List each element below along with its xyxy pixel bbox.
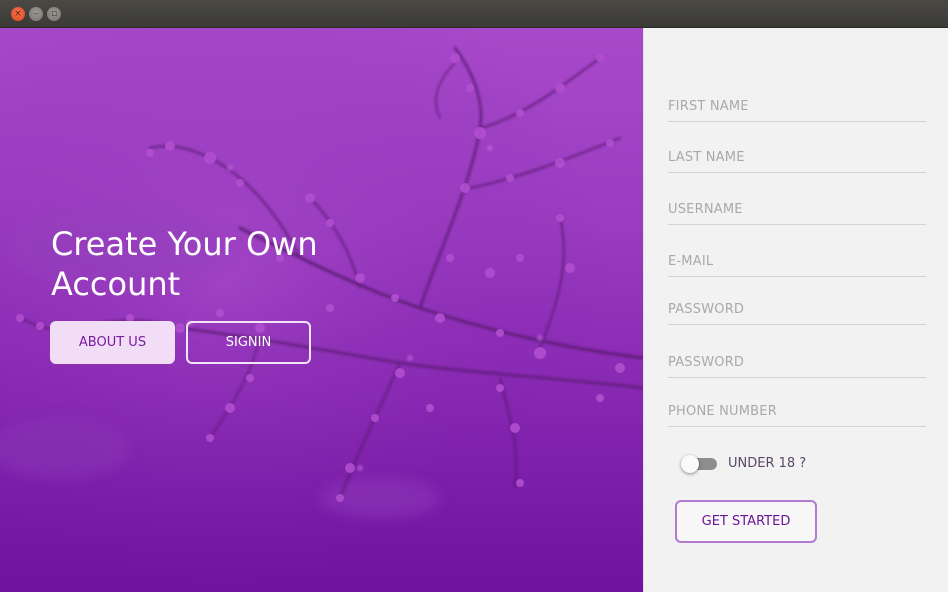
confirm-password-input[interactable]	[668, 348, 926, 377]
close-icon[interactable]: ×	[11, 7, 25, 21]
confirm-password-field[interactable]	[668, 348, 926, 378]
phone-number-field[interactable]	[668, 397, 926, 427]
under-18-label: UNDER 18 ?	[728, 456, 807, 471]
under-18-toggle[interactable]	[681, 455, 719, 473]
phone-number-input[interactable]	[668, 397, 926, 426]
window-titlebar: × – ▫	[0, 0, 948, 28]
signup-form: UNDER 18 ? GET STARTED	[643, 28, 948, 592]
email-input[interactable]	[668, 247, 926, 276]
maximize-icon[interactable]: ▫	[47, 7, 61, 21]
hero-panel: Create Your Own Account ABOUT US SIGNIN	[0, 28, 643, 592]
first-name-field[interactable]	[668, 92, 926, 122]
signin-button[interactable]: SIGNIN	[186, 321, 311, 364]
get-started-button[interactable]: GET STARTED	[675, 500, 817, 543]
password-input[interactable]	[668, 295, 926, 324]
username-field[interactable]	[668, 195, 926, 225]
email-field[interactable]	[668, 247, 926, 277]
username-input[interactable]	[668, 195, 926, 224]
blossom-branches-image	[0, 28, 643, 592]
toggle-knob	[681, 455, 699, 473]
about-us-button[interactable]: ABOUT US	[50, 321, 175, 364]
minimize-icon[interactable]: –	[29, 7, 43, 21]
password-field[interactable]	[668, 295, 926, 325]
last-name-field[interactable]	[668, 143, 926, 173]
last-name-input[interactable]	[668, 143, 926, 172]
first-name-input[interactable]	[668, 92, 926, 121]
page-title: Create Your Own Account	[51, 225, 318, 303]
